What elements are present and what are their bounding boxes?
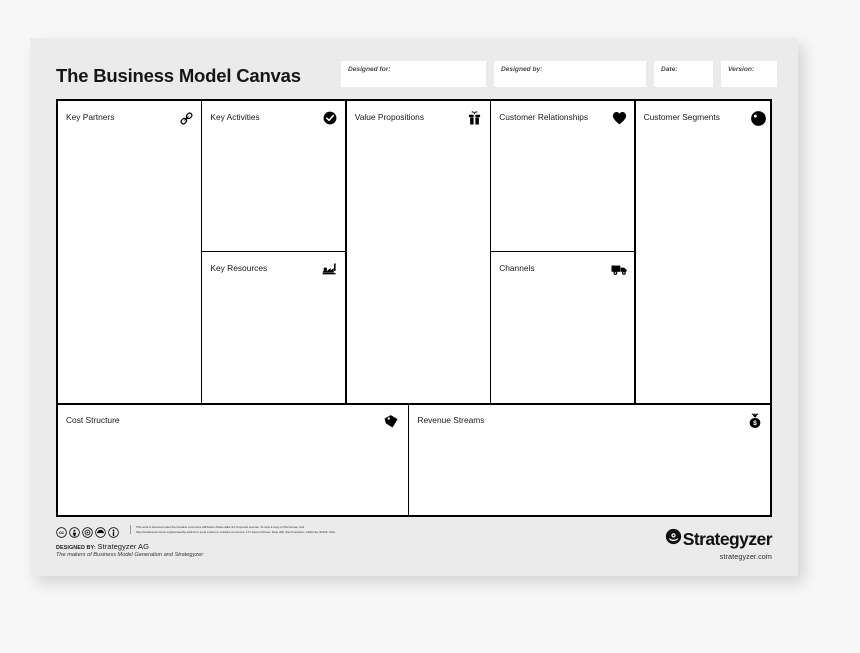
block-customer-segments-title: Customer Segments (643, 112, 720, 122)
designed-for-label: Designed for: (348, 66, 391, 73)
block-key-resources-title: Key Resources (210, 263, 268, 274)
block-customer-relationships-title: Customer Relationships (499, 112, 589, 122)
canvas-header: The Business Model Canvas Designed for: … (30, 38, 798, 96)
page-title: The Business Model Canvas (56, 65, 301, 86)
grid-hline-bottom-row (58, 403, 770, 405)
grid-hline-channels (491, 251, 635, 253)
creative-commons-badges: cc (56, 525, 119, 543)
price-tag-icon (381, 411, 401, 431)
chain-link-icon (176, 108, 196, 128)
date-field[interactable]: Date: (654, 61, 713, 87)
block-channels[interactable]: Channels (491, 252, 635, 403)
license-line-2: http://creativecommons.org/licenses/by-s… (136, 529, 336, 534)
block-key-activities[interactable]: Key Activities (202, 101, 346, 251)
tagline: The makers of Business Model Generation … (56, 552, 204, 558)
block-customer-segments[interactable]: Customer Segments (635, 101, 770, 403)
block-cost-structure-title: Cost Structure (66, 415, 120, 426)
designed-by-credit: DESIGNED BY: Strategyzer AG (56, 542, 149, 551)
block-channels-title: Channels (499, 263, 535, 274)
version-label: Version: (728, 66, 755, 73)
block-value-propositions-title: Value Propositions (354, 112, 425, 122)
grid-vline-bottom (408, 404, 410, 515)
designed-by-label: Designed by: (501, 66, 543, 73)
grid-vline-2 (345, 101, 347, 403)
check-circle-icon (320, 108, 340, 128)
block-revenue-streams[interactable]: Revenue Streams $ (409, 404, 770, 515)
block-key-partners-title: Key Partners (66, 112, 115, 122)
designed-by-credit-value: Strategyzer AG (97, 542, 150, 551)
grid-hline-key-resources (202, 251, 346, 253)
cc-icon: cc (56, 525, 67, 543)
block-customer-relationships[interactable]: Customer Relationships (491, 101, 635, 251)
date-label: Date: (661, 66, 678, 73)
strategyzer-logo-icon (665, 528, 682, 550)
heart-icon (609, 108, 629, 128)
money-bag-icon: $ (745, 411, 765, 431)
brand-row: Strategyzer (665, 528, 773, 550)
cc-sa-icon (82, 525, 93, 543)
svg-text:$: $ (753, 421, 757, 428)
brand-url[interactable]: strategyzer.com (665, 552, 772, 561)
factory-icon (320, 259, 340, 279)
business-model-canvas-page: The Business Model Canvas Designed for: … (30, 38, 798, 576)
designed-for-field[interactable]: Designed for: (341, 61, 486, 87)
grid-vline-4 (634, 101, 636, 403)
block-key-partners[interactable]: Key Partners (58, 101, 201, 403)
block-key-activities-title: Key Activities (210, 112, 260, 122)
canvas-grid: Key Partners Key Activities Key Resource… (56, 99, 772, 517)
cc-person-icon (108, 525, 119, 543)
block-value-propositions[interactable]: Value Propositions (346, 101, 490, 403)
canvas-footer: cc This work is licensed under the Creat… (56, 524, 773, 566)
svg-text:cc: cc (59, 530, 64, 535)
person-head-icon (749, 108, 769, 128)
gift-icon (465, 108, 485, 128)
cc-share-icon (95, 525, 106, 543)
version-field[interactable]: Version: (721, 61, 777, 87)
block-cost-structure[interactable]: Cost Structure (58, 404, 408, 515)
cc-by-icon (69, 525, 80, 543)
designed-by-credit-label: DESIGNED BY: (56, 545, 96, 551)
license-text: This work is licensed under the Creative… (130, 525, 352, 535)
block-key-resources[interactable]: Key Resources (202, 252, 346, 403)
block-revenue-streams-title: Revenue Streams (417, 415, 485, 426)
truck-icon (609, 259, 629, 279)
strategyzer-brand[interactable]: Strategyzer strategyzer.com (665, 528, 773, 561)
designed-by-field[interactable]: Designed by: (494, 61, 646, 87)
brand-name: Strategyzer (682, 529, 773, 549)
